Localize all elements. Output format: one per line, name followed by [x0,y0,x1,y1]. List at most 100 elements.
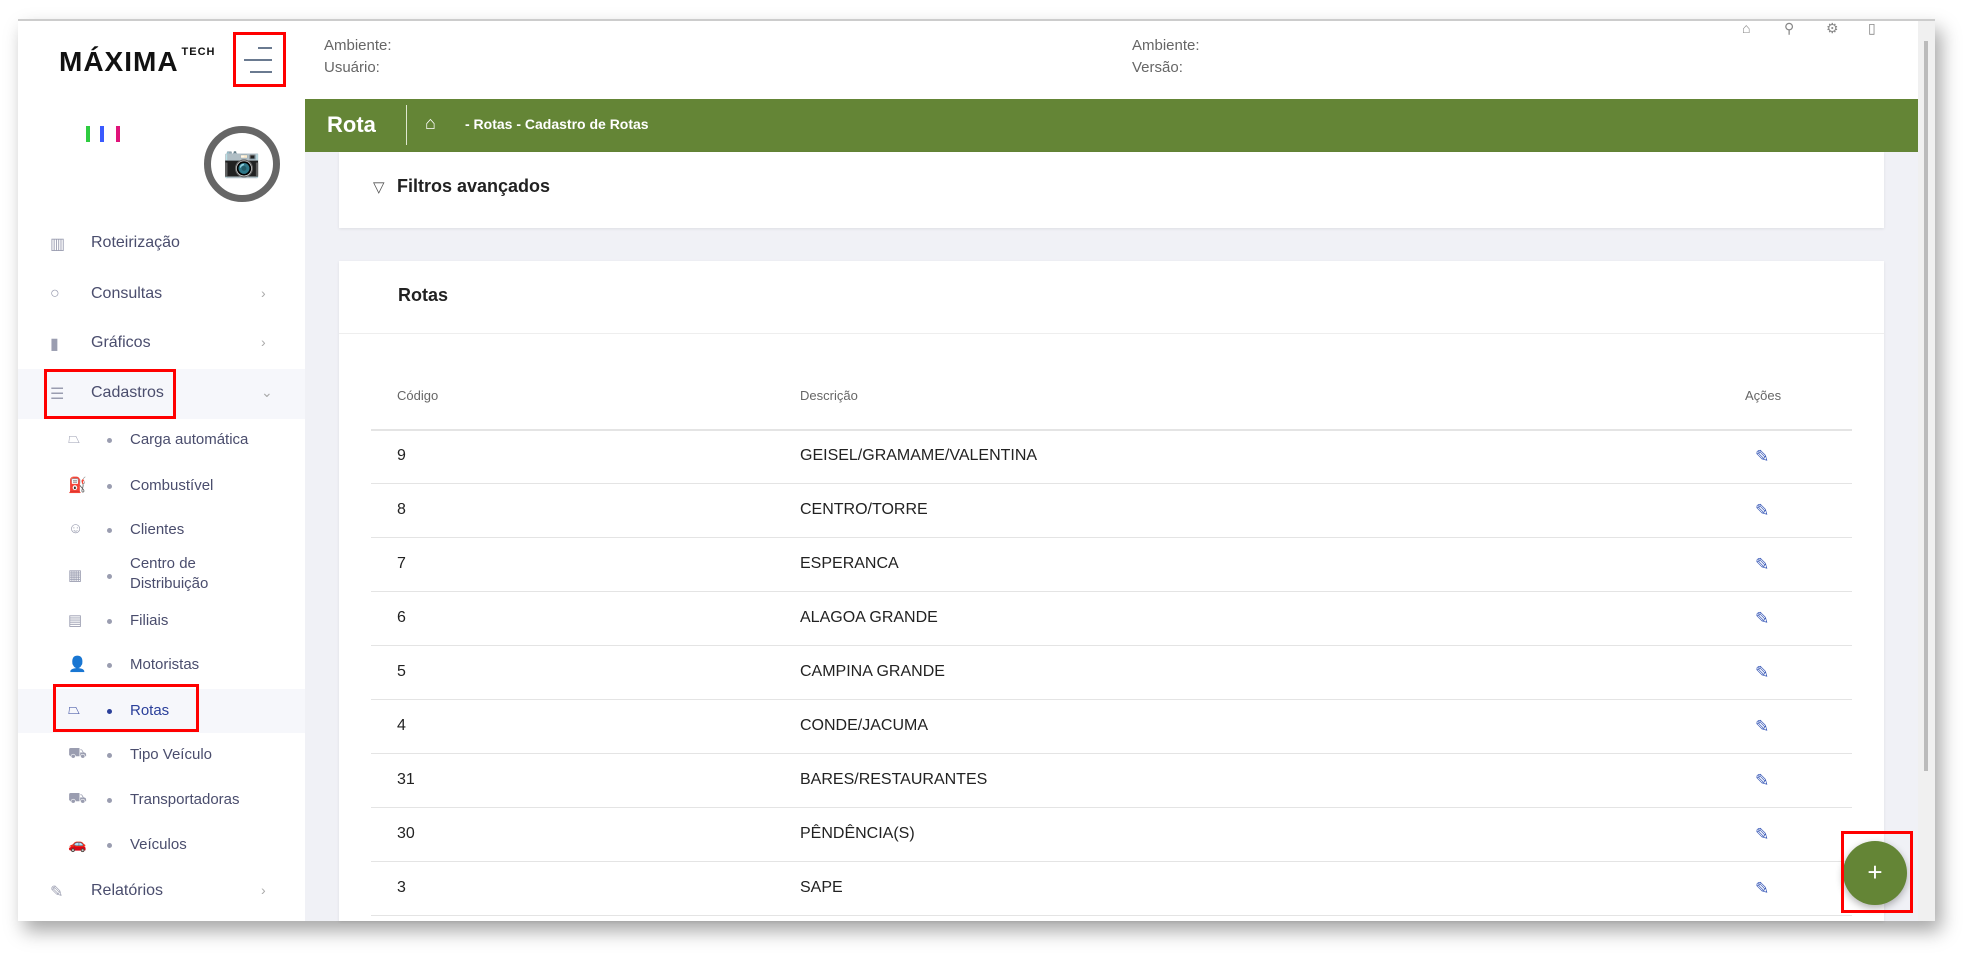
cell-descricao: ALAGOA GRANDE [800,609,938,626]
bullet [107,619,112,624]
gear-icon[interactable]: ⚙ [1826,20,1839,37]
column-header-codigo[interactable]: Código [397,388,438,403]
cell-codigo: 8 [397,501,406,518]
sidebar-subitem-carga-automatica[interactable]: ⏢ Carga automática [18,418,305,462]
sidebar-subitem-label: Centro de Distribuição [130,555,209,592]
edit-icon[interactable]: ✎ [1755,879,1769,899]
bullet [107,528,112,533]
sidebar-subitem-motoristas[interactable]: 👤 Motoristas [18,643,305,687]
table-row: 5 CAMPINA GRANDE ✎ [371,646,1852,700]
wrench-icon[interactable]: ⚲ [1784,20,1794,37]
sidebar-subitem-veiculos[interactable]: 🚗 Veículos [18,823,305,867]
edit-icon[interactable]: ✎ [1755,825,1769,845]
cell-codigo: 5 [397,663,406,680]
bullet [107,438,112,443]
highlight-box-add-button [1841,831,1913,913]
menu-toggle-button[interactable] [233,32,286,87]
filters-title: Filtros avançados [397,176,551,196]
filters-card[interactable]: ▽ Filtros avançados [339,152,1884,228]
column-header-descricao[interactable]: Descrição [800,388,858,403]
logo: MÁXIMA TECH [59,46,216,78]
cell-descricao: SAPE [800,879,843,896]
truck-outline-icon: ⛟ [68,745,87,762]
page-title: Rota [327,112,376,137]
cell-descricao: BARES/RESTAURANTES [800,771,988,788]
table-row: 31 BARES/RESTAURANTES ✎ [371,754,1852,808]
cell-descricao: CONDE/JACUMA [800,717,929,734]
sidebar-item-label: Roteirização [91,234,180,251]
sidebar-subitem-label: Veículos [130,836,187,853]
bullet [107,663,112,668]
edit-icon[interactable]: ✎ [1755,447,1769,467]
table-row: 8 CENTRO/TORRE ✎ [371,484,1852,538]
hamburger-icon [258,47,272,49]
sidebar-subitem-clientes[interactable]: ☺ Clientes [18,508,305,552]
bullet [107,798,112,803]
table-row: 7 ESPERANCA ✎ [371,538,1852,592]
sidebar-item-graficos[interactable]: ▮ Gráficos › [18,319,305,369]
cell-descricao: GEISEL/GRAMAME/VALENTINA [800,447,1038,464]
version-info: Ambiente: Versão: [1132,35,1200,79]
highlight-box-cadastros [44,369,176,419]
scrollbar[interactable] [1918,21,1935,921]
hamburger-line [244,59,272,61]
sidebar-subitem-label: Combustível [130,477,214,494]
edit-icon[interactable]: ✎ [1755,717,1769,737]
cell-descricao: ESPERANCA [800,555,899,572]
table-row: 3 SAPE ✎ [371,862,1852,916]
sidebar-subitem-label: Motoristas [130,656,200,673]
bullet [107,574,112,579]
top-header [18,21,1918,99]
sidebar-subitem-combustivel[interactable]: ⛽ Combustível [18,464,305,508]
search-icon: ○ [50,285,60,302]
edit-icon: ✎ [50,884,64,901]
sidebar-item-roteirizacao[interactable]: ▥ Roteirização [18,219,305,269]
edit-icon[interactable]: ✎ [1755,555,1769,575]
table-row: 6 ALAGOA GRANDE ✎ [371,592,1852,646]
edit-icon[interactable]: ✎ [1755,609,1769,629]
sidebar-item-consultas[interactable]: ○ Consultas › [18,270,305,320]
cell-codigo: 3 [397,879,406,896]
road-icon: ⏢ [68,430,81,447]
cell-descricao: PÊNDÊNCIA(S) [800,825,915,842]
scrollbar-thumb[interactable] [1924,41,1928,771]
sidebar-subitem-transportadoras[interactable]: ⛟ Transportadoras [18,778,305,822]
divider [339,333,1884,334]
column-header-acoes: Ações [1745,388,1782,403]
cell-descricao: CENTRO/TORRE [800,501,928,518]
title-bar: Rota ⌂ - Rotas - Cadastro de Rotas [305,99,1918,152]
table-row: 30 PÊNDÊNCIA(S) ✎ [371,808,1852,862]
car-icon: 🚗 [68,836,87,853]
chevron-right-icon: › [261,882,266,898]
edit-icon[interactable]: ✎ [1755,771,1769,791]
divider [406,105,407,145]
home-icon[interactable]: ⌂ [425,113,436,134]
fuel-icon: ⛽ [68,477,87,494]
chevron-down-icon: ⌄ [261,384,273,400]
highlight-box-rotas [53,684,199,732]
sidebar-subitem-filiais[interactable]: ▤ Filiais [18,599,305,643]
sidebar-item-relatorios[interactable]: ✎ Relatórios › [18,867,305,917]
edit-icon[interactable]: ✎ [1755,501,1769,521]
env-info: Ambiente: Usuário: [324,35,392,79]
cell-codigo: 6 [397,609,406,626]
home-icon[interactable]: ⌂ [1742,20,1750,36]
sidebar-subitem-tipo-veiculo[interactable]: ⛟ Tipo Veículo [18,733,305,777]
edit-icon[interactable]: ✎ [1755,663,1769,683]
logo-text: MÁXIMA [59,46,179,77]
filter-icon: ▽ [373,179,385,196]
sidebar-item-label: Relatórios [91,882,164,899]
users-icon: ☺ [68,520,84,537]
document-icon[interactable]: ▯ [1868,20,1876,37]
breadcrumb: - Rotas - Cadastro de Rotas [465,116,649,132]
logo-suffix: TECH [181,46,216,58]
sidebar-subitem-label: Clientes [130,521,185,538]
table-title: Rotas [398,285,449,305]
bar-chart-icon: ▮ [50,336,59,353]
ambiente-label: Ambiente: [324,37,392,54]
bullet [107,753,112,758]
bullet [107,484,112,489]
sidebar-subitem-centro-distribuicao[interactable]: ▦ Centro de Distribuição [18,554,305,598]
chevron-right-icon: › [261,285,266,301]
sidebar-subitem-label: Tipo Veículo [130,746,212,763]
